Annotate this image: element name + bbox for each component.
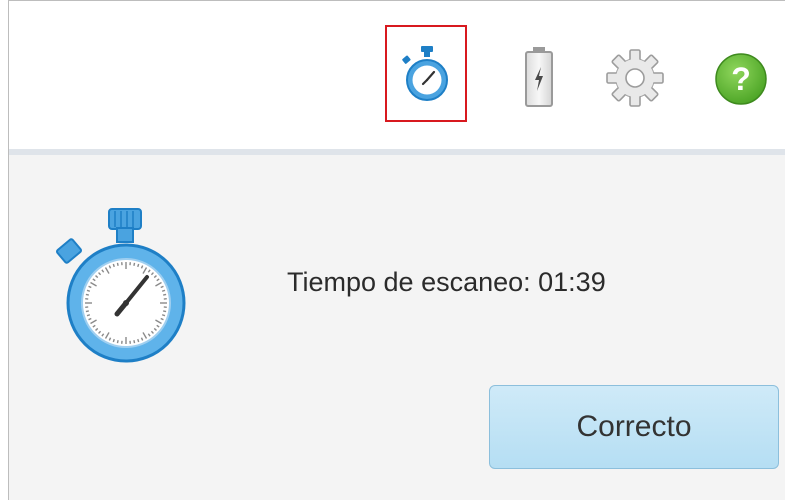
dial-tick <box>85 293 89 296</box>
dial-tick <box>163 293 167 296</box>
app-window: ? Tiempo de escaneo: 01:39 Correcto <box>8 0 785 500</box>
dial-tick <box>133 340 136 344</box>
dial-tick <box>86 314 91 317</box>
dial-tick <box>137 338 140 343</box>
dial-tick <box>133 262 136 266</box>
dial-tick <box>86 289 91 292</box>
dial-tick <box>161 314 166 317</box>
help-glyph: ? <box>731 61 751 97</box>
stopwatch-icon <box>47 207 199 365</box>
dial-tick <box>85 310 89 313</box>
scan-timer-icon <box>402 45 448 101</box>
correcto-button[interactable]: Correcto <box>489 385 779 469</box>
scan-time-dialog: Tiempo de escaneo: 01:39 Correcto <box>9 155 785 500</box>
help-icon: ? <box>715 53 767 105</box>
top-toolbar: ? <box>9 1 785 149</box>
battery-icon <box>525 47 553 107</box>
dial-tick <box>161 289 166 292</box>
dial-tick <box>112 338 115 343</box>
dial-tick <box>116 262 119 266</box>
help-button[interactable]: ? <box>709 47 773 111</box>
scan-time-message: Tiempo de escaneo: 01:39 <box>287 267 606 297</box>
settings-button[interactable] <box>602 45 668 111</box>
battery-button[interactable] <box>519 41 559 113</box>
dial-tick <box>163 310 167 313</box>
dial-tick <box>116 340 119 344</box>
dial-tick <box>112 263 115 268</box>
dial-tick <box>137 263 140 268</box>
scan-timer-button[interactable] <box>385 25 467 122</box>
settings-gear-icon <box>606 49 664 107</box>
